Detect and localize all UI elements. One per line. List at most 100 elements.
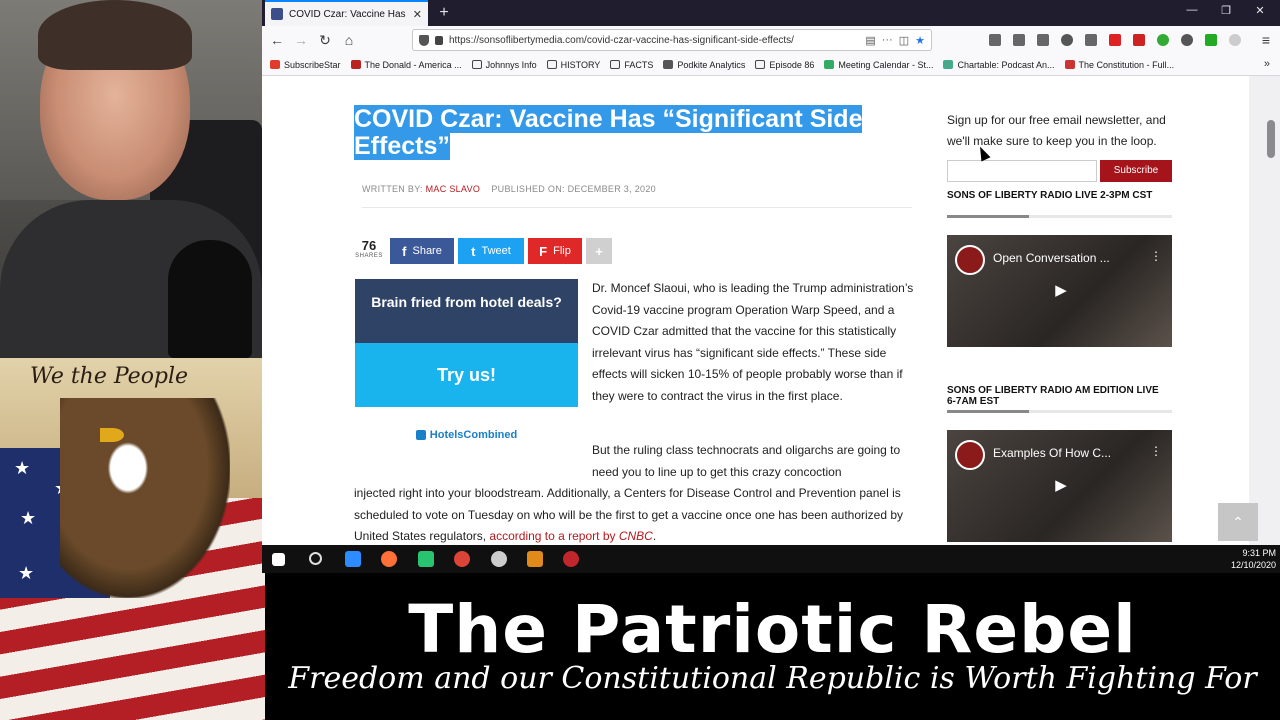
bookmark-item[interactable]: The Constitution - Full...: [1064, 60, 1174, 70]
video-title-1[interactable]: Open Conversation ...: [993, 251, 1143, 265]
video-menu-icon[interactable]: ⋮: [1150, 444, 1162, 458]
banner-subtitle: Freedom and our Constitutional Republic …: [288, 661, 1257, 696]
video-embed-2[interactable]: Examples Of How C... ⋮ ▶: [947, 430, 1172, 542]
byline-divider: [362, 207, 912, 208]
star-icon: ★: [18, 563, 35, 583]
video-title-2[interactable]: Examples Of How C...: [993, 446, 1143, 460]
scrollbar-thumb[interactable]: [1267, 120, 1275, 158]
author-link[interactable]: MAC SLAVO: [426, 184, 481, 194]
downloads-icon[interactable]: [989, 34, 1001, 46]
ad-cta-button[interactable]: Try us!: [355, 343, 578, 407]
article-paragraph-1: Dr. Moncef Slaoui, who is leading the Tr…: [592, 281, 914, 403]
webcam-feed: [0, 0, 262, 358]
extension-icon[interactable]: [1085, 34, 1097, 46]
video-embed-1[interactable]: Open Conversation ... ⋮ ▶: [947, 235, 1172, 347]
byline: WRITTEN BY: MAC SLAVO PUBLISHED ON: DECE…: [362, 184, 656, 194]
patriotic-artwork: We the People ★ ★ ★ ★ ★: [0, 358, 265, 720]
shield-extension-icon[interactable]: [1133, 34, 1145, 46]
link-source: CNBC: [618, 529, 653, 543]
chrome-app-icon[interactable]: [454, 551, 470, 567]
bookmark-star-icon[interactable]: ★: [915, 34, 925, 47]
scroll-to-top-button[interactable]: ⌃: [1218, 503, 1258, 541]
recorder-app-icon[interactable]: [563, 551, 579, 567]
folder-icon: [546, 60, 557, 69]
bookmark-item[interactable]: Meeting Calendar - St...: [824, 60, 933, 70]
bookmark-item[interactable]: Episode 86: [755, 60, 814, 70]
plus-icon: +: [595, 243, 603, 259]
bookmark-label: FACTS: [624, 59, 654, 70]
bookmark-label: HISTORY: [560, 59, 601, 70]
address-bar[interactable]: https://sonsoflibertymedia.com/covid-cza…: [412, 29, 932, 51]
bookmark-item[interactable]: Chartable: Podcast An...: [943, 60, 1055, 70]
email-input[interactable]: [947, 160, 1097, 182]
subscribe-button[interactable]: Subscribe: [1100, 160, 1172, 182]
bookmark-item[interactable]: Podkite Analytics: [663, 60, 745, 70]
reader-view-icon[interactable]: ▤: [865, 34, 875, 47]
pocket-icon[interactable]: ◫: [899, 34, 909, 47]
site-favicon: [271, 8, 283, 20]
close-window-button[interactable]: ✕: [1250, 4, 1270, 17]
home-icon[interactable]: ⌂: [339, 30, 359, 50]
windows-start-icon[interactable]: [272, 553, 285, 566]
obs-app-icon[interactable]: [491, 551, 507, 567]
section-divider: [947, 410, 1172, 413]
audio-app-icon[interactable]: [527, 551, 543, 567]
play-icon[interactable]: ▶: [1050, 475, 1072, 497]
new-tab-button[interactable]: +: [434, 3, 454, 23]
search-icon[interactable]: [309, 552, 322, 565]
sync-icon[interactable]: [1229, 34, 1241, 46]
stream-banner: The Patriotic Rebel Freedom and our Cons…: [265, 573, 1280, 720]
back-arrow-icon[interactable]: ←: [267, 30, 287, 50]
tab-close-icon[interactable]: ✕: [413, 8, 422, 21]
tab-active[interactable]: COVID Czar: Vaccine Has “Sign ✕: [265, 0, 428, 26]
play-icon[interactable]: ▶: [1050, 280, 1072, 302]
bookmarks-overflow-icon[interactable]: »: [1264, 58, 1270, 70]
cnbc-report-link[interactable]: according to a report by CNBC: [489, 529, 652, 543]
navigation-bar: ← → ↻ ⌂ https://sonsoflibertymedia.com/c…: [262, 26, 1280, 54]
share-count: 76 SHARES: [355, 238, 383, 259]
account-icon[interactable]: [1061, 34, 1073, 46]
extension-green-icon[interactable]: [1157, 34, 1169, 46]
search-extension-icon[interactable]: [1181, 34, 1193, 46]
bookmark-favicon: [1064, 60, 1075, 69]
hotelscombined-icon: [415, 430, 426, 440]
ad-brand-name: HotelsCombined: [429, 429, 518, 441]
firefox-app-icon[interactable]: [381, 551, 397, 567]
video-menu-icon[interactable]: ⋮: [1150, 249, 1162, 263]
constitution-script: We the People: [30, 364, 189, 389]
eagle-beak: [100, 428, 124, 442]
url-text[interactable]: https://sonsoflibertymedia.com/covid-cza…: [449, 35, 859, 46]
minimize-button[interactable]: —: [1182, 4, 1202, 16]
bookmark-item[interactable]: FACTS: [610, 60, 653, 70]
more-share-button[interactable]: +: [586, 238, 612, 264]
hotel-advertisement[interactable]: Brain fried from hotel deals? Try us! Ho…: [355, 279, 578, 459]
forward-arrow-icon[interactable]: →: [291, 30, 311, 50]
flipboard-flip-button[interactable]: F Flip: [528, 238, 582, 264]
webcam-person-hair: [38, 0, 192, 70]
tracking-shield-icon[interactable]: [419, 34, 429, 46]
extension-red-icon[interactable]: [1109, 34, 1121, 46]
radio-live-heading: SONS OF LIBERTY RADIO LIVE 2-3PM CST: [947, 190, 1153, 201]
bookmark-label: Meeting Calendar - St...: [838, 59, 934, 70]
bookmark-item[interactable]: HISTORY: [546, 59, 601, 70]
facebook-share-button[interactable]: f Share: [390, 238, 454, 264]
page-actions-icon[interactable]: ···: [882, 34, 893, 46]
bookmark-favicon: [943, 60, 954, 69]
system-clock[interactable]: 9:31 PM 12/10/2020: [1231, 547, 1276, 571]
bookmark-item[interactable]: The Donald - America ...: [350, 60, 462, 70]
library-icon[interactable]: [1013, 34, 1025, 46]
maximize-button[interactable]: ❐: [1216, 4, 1236, 17]
twitter-tweet-button[interactable]: t Tweet: [458, 238, 524, 264]
page-scrollbar[interactable]: [1249, 76, 1280, 545]
menu-icon[interactable]: ≡: [1256, 30, 1276, 50]
check-extension-icon[interactable]: [1205, 34, 1217, 46]
eagle-illustration: [60, 398, 230, 598]
zoom-app-icon[interactable]: [345, 551, 361, 567]
double-chevron-up-icon: ⌃: [1232, 514, 1244, 530]
app-green-icon[interactable]: [418, 551, 434, 567]
bookmark-item[interactable]: Johnnys Info: [471, 60, 537, 70]
lock-icon[interactable]: [435, 35, 443, 45]
sidebar-icon[interactable]: [1037, 34, 1049, 46]
bookmark-item[interactable]: SubscribeStar: [270, 60, 341, 70]
reload-icon[interactable]: ↻: [315, 30, 335, 50]
